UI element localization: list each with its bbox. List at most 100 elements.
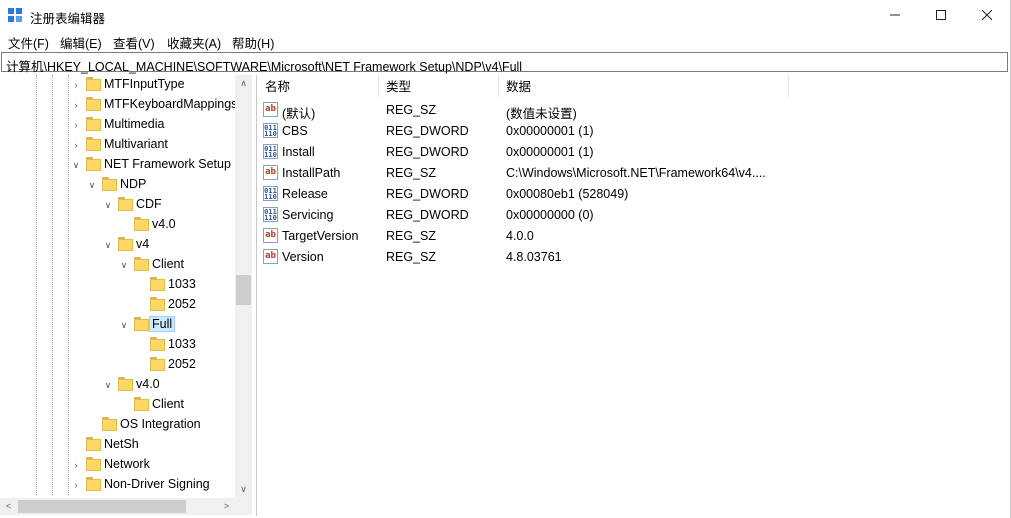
expand-chevron-icon[interactable]: › bbox=[71, 79, 81, 91]
tree-item-label: v4 bbox=[136, 237, 150, 251]
collapse-chevron-icon[interactable]: ∨ bbox=[103, 379, 113, 391]
tree-item[interactable]: 2052 bbox=[0, 295, 235, 315]
value-row[interactable]: 011 110 Install REG_DWORD 0x00000001 (1) bbox=[257, 141, 1009, 162]
maximize-button[interactable] bbox=[918, 0, 964, 30]
menu-edit[interactable]: 编辑(E) bbox=[60, 33, 102, 52]
dword-value-icon: 011 110 bbox=[263, 186, 278, 201]
value-row[interactable]: 011 110 Servicing REG_DWORD 0x00000000 (0) bbox=[257, 204, 1009, 225]
tree-item[interactable]: ∨ Client bbox=[0, 255, 235, 275]
expand-chevron-icon[interactable]: › bbox=[71, 459, 81, 471]
expand-chevron-icon[interactable]: › bbox=[71, 139, 81, 151]
menu-help[interactable]: 帮助(H) bbox=[232, 33, 274, 52]
menu-view[interactable]: 查看(V) bbox=[113, 33, 155, 52]
dword-value-icon: 011 110 bbox=[263, 123, 278, 138]
tree-item[interactable]: ∨ NDP bbox=[0, 175, 235, 195]
folder-icon bbox=[86, 477, 101, 492]
collapse-chevron-icon[interactable]: ∨ bbox=[87, 179, 97, 191]
collapse-chevron-icon[interactable]: ∨ bbox=[103, 199, 113, 211]
tree-item[interactable]: › Non-Driver Signing bbox=[0, 475, 235, 495]
tree-item-label: MTFKeyboardMappings bbox=[104, 97, 238, 111]
folder-icon bbox=[150, 337, 165, 352]
tree-item[interactable]: › MTFKeyboardMappings bbox=[0, 95, 238, 115]
scroll-thumb[interactable] bbox=[236, 275, 251, 305]
tree-item[interactable]: 1033 bbox=[0, 275, 235, 295]
tree-item[interactable]: › Multivariant bbox=[0, 135, 235, 155]
address-path: 计算机\HKEY_LOCAL_MACHINE\SOFTWARE\Microsof… bbox=[6, 60, 523, 74]
column-header-type[interactable]: 类型 bbox=[378, 75, 498, 97]
tree-item-label: NET Framework Setup bbox=[104, 157, 231, 171]
hscroll-thumb[interactable] bbox=[18, 500, 186, 513]
tree-item[interactable]: OS Integration bbox=[0, 415, 235, 435]
maximize-icon bbox=[936, 10, 946, 20]
string-value-icon: ab bbox=[263, 228, 278, 243]
tree-item[interactable]: ∨ NET Framework Setup bbox=[0, 155, 235, 175]
folder-icon bbox=[102, 417, 117, 432]
tree-item[interactable]: v4.0 bbox=[0, 215, 235, 235]
tree-item[interactable]: › MTFInputType bbox=[0, 75, 235, 95]
scroll-right-icon[interactable]: > bbox=[218, 498, 235, 515]
tree-item[interactable]: 2052 bbox=[0, 355, 235, 375]
folder-icon bbox=[134, 317, 149, 332]
string-value-icon: ab bbox=[263, 102, 278, 117]
scroll-down-icon[interactable]: ∨ bbox=[235, 481, 252, 498]
value-row[interactable]: 011 110 CBS REG_DWORD 0x00000001 (1) bbox=[257, 120, 1009, 141]
folder-icon bbox=[86, 157, 101, 172]
column-header-data[interactable]: 数据 bbox=[498, 75, 788, 97]
folder-icon bbox=[102, 177, 117, 192]
tree-item-label: 1033 bbox=[168, 337, 196, 351]
expand-chevron-icon[interactable]: › bbox=[71, 479, 81, 491]
value-row[interactable]: 011 110 Release REG_DWORD 0x00080eb1 (528049… bbox=[257, 183, 1009, 204]
menu-favorites[interactable]: 收藏夹(A) bbox=[167, 33, 221, 52]
collapse-chevron-icon[interactable]: ∨ bbox=[71, 159, 81, 171]
string-value-icon: ab bbox=[263, 165, 278, 180]
tree-item[interactable]: ∨ v4.0 bbox=[0, 375, 235, 395]
value-row[interactable]: ab (默认) REG_SZ (数值未设置) bbox=[257, 99, 1009, 121]
folder-icon bbox=[86, 97, 101, 112]
tree-item[interactable]: › Multimedia bbox=[0, 115, 235, 135]
close-button[interactable] bbox=[964, 0, 1010, 30]
folder-icon bbox=[118, 237, 133, 252]
value-row[interactable]: ab Version REG_SZ 4.8.03761 bbox=[257, 246, 1009, 267]
value-data: 0x00000001 (1) bbox=[506, 145, 594, 159]
collapse-chevron-icon[interactable]: ∨ bbox=[103, 239, 113, 251]
folder-icon bbox=[86, 437, 101, 452]
dword-value-icon: 011 110 bbox=[263, 144, 278, 159]
tree-horizontal-scrollbar[interactable]: < > bbox=[0, 498, 252, 515]
tree-vertical-scrollbar[interactable]: ∧ ∨ bbox=[235, 75, 252, 498]
tree-item-label: Network bbox=[104, 457, 150, 471]
menu-file[interactable]: 文件(F) bbox=[8, 33, 49, 52]
tree-item-label: NetSh bbox=[104, 437, 139, 451]
folder-icon bbox=[134, 257, 149, 272]
tree-item[interactable]: ∨ v4 bbox=[0, 235, 235, 255]
folder-icon bbox=[134, 217, 149, 232]
value-type: REG_SZ bbox=[386, 103, 437, 117]
minimize-button[interactable] bbox=[872, 0, 918, 30]
value-row[interactable]: ab TargetVersion REG_SZ 4.0.0 bbox=[257, 225, 1009, 246]
value-name: Install bbox=[282, 145, 315, 159]
value-type: REG_DWORD bbox=[386, 145, 469, 159]
value-row[interactable]: ab InstallPath REG_SZ C:\Windows\Microsoft.… bbox=[257, 162, 1009, 183]
string-value-icon: ab bbox=[263, 249, 278, 264]
tree-item[interactable]: ∨ Full bbox=[0, 315, 235, 335]
tree-item[interactable]: ∨ CDF bbox=[0, 195, 235, 215]
tree-item-label: v4.0 bbox=[136, 377, 160, 391]
expand-chevron-icon[interactable]: › bbox=[71, 99, 81, 111]
value-type: REG_DWORD bbox=[386, 208, 469, 222]
tree-item[interactable]: Client bbox=[0, 395, 235, 415]
tree-item[interactable]: NetSh bbox=[0, 435, 235, 455]
value-data: C:\Windows\Microsoft.NET\Framework64\v4.… bbox=[506, 166, 766, 180]
collapse-chevron-icon[interactable]: ∨ bbox=[119, 259, 129, 271]
scroll-up-icon[interactable]: ∧ bbox=[235, 75, 252, 92]
dword-value-icon: 011 110 bbox=[263, 207, 278, 222]
folder-icon bbox=[86, 77, 101, 92]
tree-item[interactable]: › Network bbox=[0, 455, 235, 475]
scroll-left-icon[interactable]: < bbox=[0, 498, 17, 515]
address-bar[interactable]: 计算机\HKEY_LOCAL_MACHINE\SOFTWARE\Microsof… bbox=[1, 52, 1008, 74]
column-header-name[interactable]: 名称 bbox=[257, 75, 377, 97]
minimize-icon bbox=[890, 14, 900, 16]
menu-bar: 文件(F) 编辑(E) 查看(V) 收藏夹(A) 帮助(H) bbox=[0, 30, 1011, 52]
tree-item[interactable]: 1033 bbox=[0, 335, 235, 355]
expand-chevron-icon[interactable]: › bbox=[71, 119, 81, 131]
tree-item-label: MTFInputType bbox=[104, 77, 185, 91]
collapse-chevron-icon[interactable]: ∨ bbox=[119, 319, 129, 331]
